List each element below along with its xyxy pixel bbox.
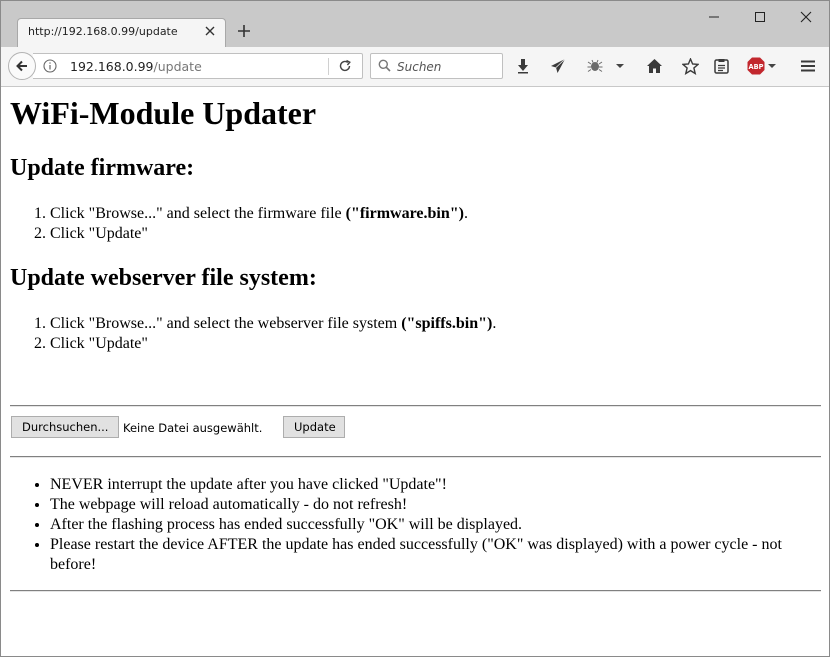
list-item: Please restart the device AFTER the upda… xyxy=(50,535,821,575)
maximize-button[interactable] xyxy=(737,1,783,33)
url-text: 192.168.0.99/update xyxy=(70,59,202,74)
divider xyxy=(10,456,821,458)
menu-button[interactable] xyxy=(799,57,817,75)
home-button[interactable] xyxy=(645,57,663,75)
list-item: Click "Update" xyxy=(50,224,468,244)
url-host: 192.168.0.99 xyxy=(70,59,154,74)
firmware-step1-text: Click "Browse..." and select the firmwar… xyxy=(50,205,346,222)
back-button[interactable] xyxy=(8,52,36,80)
home-icon xyxy=(646,59,662,73)
list-item: The webpage will reload automatically - … xyxy=(50,495,821,515)
paper-plane-icon xyxy=(551,58,566,73)
minimize-button[interactable] xyxy=(691,1,737,33)
send-button[interactable] xyxy=(549,57,567,75)
firmware-step1-end: . xyxy=(463,205,468,222)
tab-update[interactable]: http://192.168.0.99/update xyxy=(17,18,226,47)
info-icon[interactable] xyxy=(43,59,57,73)
firmware-heading: Update firmware: xyxy=(10,155,195,181)
reader-list-button[interactable] xyxy=(712,57,730,75)
reload-icon[interactable] xyxy=(338,59,352,73)
minimize-icon xyxy=(709,16,719,18)
list-item: Click "Update" xyxy=(50,334,496,354)
page-title: WiFi-Module Updater xyxy=(10,95,317,131)
hamburger-menu-icon xyxy=(801,60,815,72)
spiffs-filename: ("spiffs.bin") xyxy=(401,315,493,332)
page-content: WiFi-Module Updater Update firmware: Cli… xyxy=(1,87,829,656)
extension-menu-button[interactable] xyxy=(613,57,627,75)
clipboard-icon xyxy=(713,59,729,74)
search-icon xyxy=(378,59,391,72)
bug-icon xyxy=(587,59,603,72)
star-icon xyxy=(681,57,699,75)
extension-button[interactable] xyxy=(586,57,604,75)
list-item: After the flashing process has ended suc… xyxy=(50,515,821,535)
divider xyxy=(10,405,821,407)
dropdown-arrow-icon xyxy=(616,64,624,68)
file-status: Keine Datei ausgewählt. xyxy=(123,421,263,435)
adblock-plus-icon: ABP xyxy=(747,57,776,75)
list-item: NEVER interrupt the update after you hav… xyxy=(50,475,821,495)
firmware-steps: Click "Browse..." and select the firmwar… xyxy=(10,204,468,244)
list-item: Click "Browse..." and select the webserv… xyxy=(50,314,496,334)
maximize-icon xyxy=(755,12,765,22)
search-bar[interactable]: Suchen xyxy=(370,53,503,79)
back-arrow-icon xyxy=(16,60,27,72)
spiffs-heading: Update webserver file system: xyxy=(10,265,317,291)
download-icon xyxy=(518,59,528,74)
search-placeholder: Suchen xyxy=(397,60,442,74)
close-window-button[interactable] xyxy=(783,1,829,33)
url-separator xyxy=(328,58,329,75)
abp-label: ABP xyxy=(749,63,764,71)
bookmark-button[interactable] xyxy=(681,57,699,75)
url-bar[interactable]: 192.168.0.99/update xyxy=(33,53,363,79)
update-button[interactable]: Update xyxy=(283,416,345,438)
browser-window: http://192.168.0.99/update 192.168.0.99/… xyxy=(0,0,830,657)
spiffs-step1-text: Click "Browse..." and select the webserv… xyxy=(50,315,402,332)
url-path: /update xyxy=(153,59,202,74)
tab-title: http://192.168.0.99/update xyxy=(28,25,178,38)
spiffs-step1-end: . xyxy=(492,315,497,332)
spiffs-steps: Click "Browse..." and select the webserv… xyxy=(10,314,496,354)
divider xyxy=(10,590,821,592)
downloads-button[interactable] xyxy=(514,57,532,75)
close-icon xyxy=(800,11,812,23)
list-item: Click "Browse..." and select the firmwar… xyxy=(50,204,468,224)
adblock-button[interactable]: ABP xyxy=(747,57,779,75)
browse-button[interactable]: Durchsuchen... xyxy=(11,416,120,438)
new-tab-icon[interactable] xyxy=(236,23,252,39)
firmware-filename: ("firmware.bin") xyxy=(345,205,464,222)
navigation-toolbar: 192.168.0.99/update Suchen ABP xyxy=(1,47,829,87)
close-tab-icon[interactable] xyxy=(203,24,217,38)
tab-strip: http://192.168.0.99/update xyxy=(1,1,829,47)
warning-notes: NEVER interrupt the update after you hav… xyxy=(10,475,821,575)
